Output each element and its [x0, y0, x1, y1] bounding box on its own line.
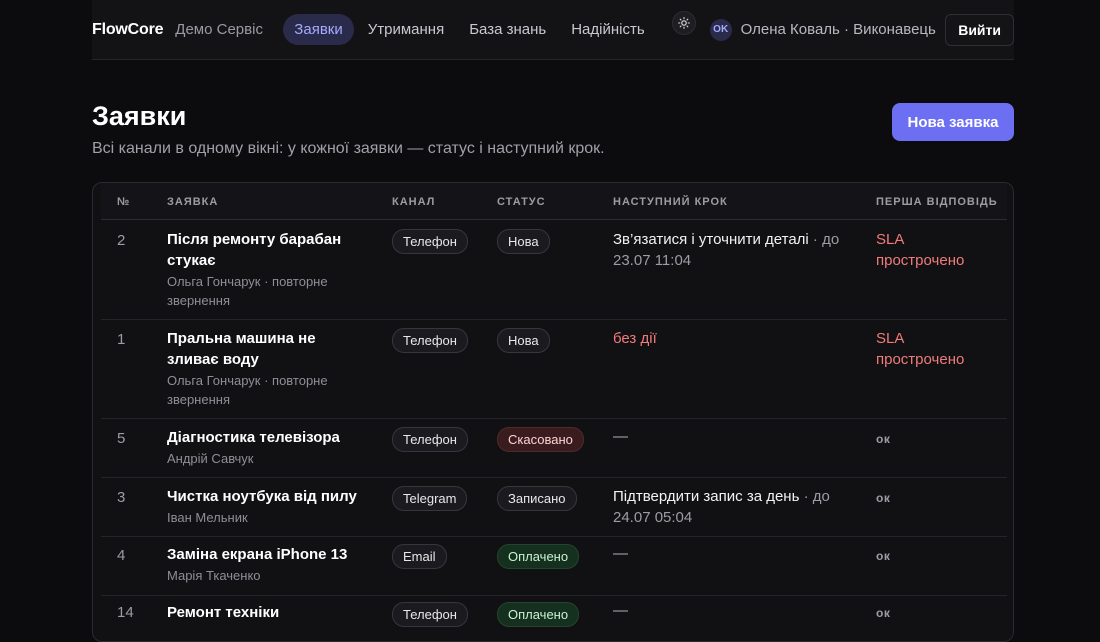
col-number[interactable]: №: [117, 196, 130, 208]
ticket-title[interactable]: Ремонт техніки: [167, 602, 357, 623]
channel-badge: Email: [392, 544, 447, 569]
ticket-title[interactable]: Пральна машина не зливає воду: [167, 328, 357, 370]
row-ticket: Заміна екрана iPhone 13 Марія Ткаченко: [167, 544, 367, 585]
next-step-text: Підтвердити запис за день: [613, 488, 800, 505]
table-header: № ЗАЯВКА КАНАЛ СТАТУС НАСТУПНИЙ КРОК ПЕР…: [101, 183, 1007, 220]
ticket-title[interactable]: Після ремонту барабан стукає: [167, 229, 357, 271]
ticket-meta: Ольга Гончарук · повторне звернення: [167, 373, 328, 407]
table-row[interactable]: 3 Чистка ноутбука від пилу Іван Мельник …: [101, 478, 1007, 537]
status-badge: Оплачено: [497, 544, 580, 569]
row-ticket: Діагностика телевізора Андрій Савчук: [167, 427, 367, 468]
first-response: SLA прострочено: [876, 231, 965, 269]
col-first-response[interactable]: ПЕРША ВІДПОВІДЬ: [876, 196, 998, 208]
table-row[interactable]: 14 Ремонт техніки Телефон Оплачено — ок: [101, 596, 1007, 641]
table-row[interactable]: 2 Після ремонту барабан стукає Ольга Гон…: [101, 220, 1007, 320]
channel-badge: Telegram: [392, 486, 468, 511]
status-badge: Записано: [497, 486, 577, 511]
row-ticket: Після ремонту барабан стукає Ольга Гонча…: [167, 229, 367, 310]
first-response: ок: [876, 491, 891, 505]
new-ticket-button[interactable]: Нова заявка: [892, 103, 1014, 141]
ticket-meta: Іван Мельник: [167, 510, 248, 525]
table-row[interactable]: 1 Пральна машина не зливає воду Ольга Го…: [101, 320, 1007, 419]
col-next-step[interactable]: НАСТУПНИЙ КРОК: [613, 196, 728, 208]
next-step: Зв’язатися і уточнити деталі · до 23.07 …: [613, 229, 853, 271]
next-step-text: без дії: [613, 330, 657, 347]
nav-reliability[interactable]: Надійність: [560, 14, 655, 45]
nav-knowledge-base[interactable]: База знань: [458, 14, 557, 45]
row-number: 3: [117, 489, 126, 506]
tickets-table: № ЗАЯВКА КАНАЛ СТАТУС НАСТУПНИЙ КРОК ПЕР…: [92, 182, 1014, 642]
row-ticket: Пральна машина не зливає воду Ольга Гонч…: [167, 328, 367, 409]
next-step: —: [613, 602, 628, 619]
row-number: 1: [117, 331, 126, 348]
org-name[interactable]: Демо Сервіс: [175, 21, 263, 38]
ticket-title[interactable]: Діагностика телевізора: [167, 427, 357, 448]
row-ticket: Ремонт техніки: [167, 602, 357, 623]
ticket-meta: Ольга Гончарук · повторне звернення: [167, 274, 328, 308]
row-number: 2: [117, 232, 126, 249]
first-response: ок: [876, 549, 891, 563]
col-status[interactable]: СТАТУС: [497, 196, 546, 208]
next-step: без дії: [613, 328, 853, 349]
page-title: Заявки: [92, 101, 187, 131]
avatar[interactable]: OK: [709, 18, 732, 41]
row-number: 5: [117, 430, 126, 447]
status-badge: Нова: [497, 328, 550, 353]
col-ticket[interactable]: ЗАЯВКА: [167, 196, 218, 208]
main-nav: Заявки Утримання База знань Надійність: [283, 14, 658, 45]
brand-logo[interactable]: FlowCore: [92, 21, 163, 39]
row-number: 14: [117, 604, 134, 621]
table-row[interactable]: 5 Діагностика телевізора Андрій Савчук Т…: [101, 419, 1007, 478]
page-subtitle: Всі канали в одному вікні: у кожної заяв…: [92, 140, 605, 157]
ticket-meta: Андрій Савчук: [167, 451, 254, 466]
first-response: ок: [876, 606, 891, 620]
col-channel[interactable]: КАНАЛ: [392, 196, 435, 208]
next-step-text: Зв’язатися і уточнити деталі: [613, 231, 809, 248]
first-response: ок: [876, 432, 891, 446]
nav-tickets[interactable]: Заявки: [283, 14, 354, 45]
first-response: SLA прострочено: [876, 330, 965, 368]
channel-badge: Телефон: [392, 427, 468, 452]
channel-badge: Телефон: [392, 229, 468, 254]
ticket-title[interactable]: Заміна екрана iPhone 13: [167, 544, 357, 565]
next-step: —: [613, 545, 628, 562]
user-name[interactable]: Олена Коваль · Виконавець: [741, 21, 941, 38]
status-badge: Скасовано: [497, 427, 584, 452]
ticket-title[interactable]: Чистка ноутбука від пилу: [167, 486, 377, 507]
table-row[interactable]: 4 Заміна екрана iPhone 13 Марія Ткаченко…: [101, 537, 1007, 596]
status-badge: Оплачено: [497, 602, 580, 627]
top-bar: FlowCore Демо Сервіс Заявки Утримання Ба…: [92, 0, 1014, 60]
nav-retention[interactable]: Утримання: [357, 14, 455, 45]
next-step: —: [613, 428, 628, 445]
next-step: Підтвердити запис за день · до 24.07 05:…: [613, 486, 853, 528]
sun-icon: [677, 16, 690, 29]
row-number: 4: [117, 547, 126, 564]
channel-badge: Телефон: [392, 328, 468, 353]
channel-badge: Телефон: [392, 602, 468, 627]
logout-button[interactable]: Вийти: [945, 13, 1014, 46]
theme-toggle-button[interactable]: [671, 10, 696, 35]
status-badge: Нова: [497, 229, 550, 254]
ticket-meta: Марія Ткаченко: [167, 568, 261, 583]
row-ticket: Чистка ноутбука від пилу Іван Мельник: [167, 486, 377, 527]
